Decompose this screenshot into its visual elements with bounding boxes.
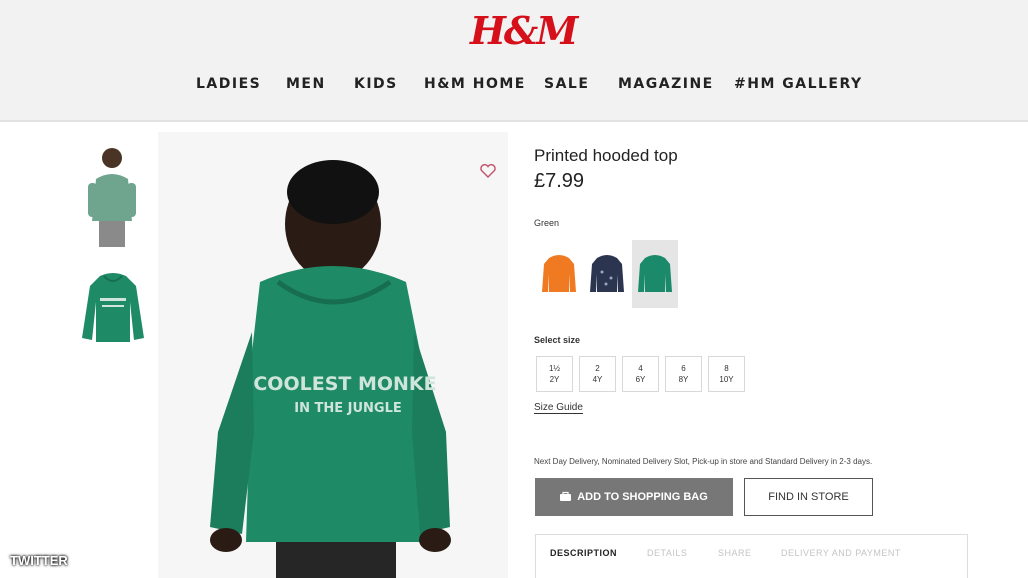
product-tabs: DESCRIPTION DETAILS SHARE DELIVERY AND P… xyxy=(535,534,968,578)
size-bottom: 2Y xyxy=(549,375,560,384)
site-header: H&M LADIES MEN KIDS H&M HOME SALE MAGAZI… xyxy=(0,0,1028,122)
hoodie-print-line2: IN THE JUNGLE xyxy=(294,401,402,416)
select-size-label: Select size xyxy=(534,335,581,345)
add-to-bag-label: ADD TO SHOPPING BAG xyxy=(577,491,708,503)
tab-description[interactable]: DESCRIPTION xyxy=(550,548,617,558)
size-bottom: 8Y xyxy=(678,375,689,384)
nav-ladies[interactable]: LADIES xyxy=(196,76,261,92)
size-bottom: 6Y xyxy=(635,375,646,384)
nav-men[interactable]: MEN xyxy=(286,76,326,92)
size-option[interactable]: 4 6Y xyxy=(622,356,659,392)
thumbnail-model[interactable] xyxy=(82,145,142,250)
size-guide-link[interactable]: Size Guide xyxy=(534,402,583,414)
twitter-watermark: TWITTER xyxy=(10,553,68,568)
size-top: 8 xyxy=(724,364,729,373)
nav-hm-gallery[interactable]: #HM GALLERY xyxy=(734,76,863,92)
nav-kids[interactable]: KIDS xyxy=(354,76,398,92)
size-bottom: 4Y xyxy=(592,375,603,384)
swatch-green-selected[interactable] xyxy=(632,240,678,308)
nav-magazine[interactable]: MAGAZINE xyxy=(618,76,714,92)
tab-share[interactable]: SHARE xyxy=(718,548,752,558)
thumbnail-hoodie[interactable] xyxy=(78,272,148,344)
delivery-info: Next Day Delivery, Nominated Delivery Sl… xyxy=(534,457,873,466)
color-label: Green xyxy=(534,218,560,228)
size-top: 6 xyxy=(681,364,686,373)
bag-icon xyxy=(560,491,572,504)
product-title: Printed hooded top xyxy=(534,146,678,165)
tab-delivery-and-payment[interactable]: DELIVERY AND PAYMENT xyxy=(781,548,901,558)
size-bottom: 10Y xyxy=(719,375,734,384)
heart-icon[interactable] xyxy=(478,161,498,181)
find-in-store-button[interactable]: FIND IN STORE xyxy=(744,478,873,516)
size-top: 4 xyxy=(638,364,643,373)
size-top: 1½ xyxy=(548,364,561,373)
tab-details[interactable]: DETAILS xyxy=(647,548,687,558)
swatch-orange[interactable] xyxy=(536,240,582,308)
size-option[interactable]: 1½ 2Y xyxy=(536,356,573,392)
product-price: £7.99 xyxy=(534,170,585,192)
swatch-navy[interactable] xyxy=(584,240,630,308)
size-option[interactable]: 2 4Y xyxy=(579,356,616,392)
nav-sale[interactable]: SALE xyxy=(544,76,589,92)
add-to-bag-button[interactable]: ADD TO SHOPPING BAG xyxy=(535,478,733,516)
nav-hm-home[interactable]: H&M HOME xyxy=(424,76,526,92)
main-nav: LADIES MEN KIDS H&M HOME SALE MAGAZINE #… xyxy=(180,76,880,96)
hm-logo[interactable]: H&M xyxy=(470,8,578,54)
product-image: COOLEST MONKE IN THE JUNGLE xyxy=(158,132,508,578)
size-option[interactable]: 8 10Y xyxy=(708,356,745,392)
hoodie-print-line1: COOLEST MONKE xyxy=(253,373,436,395)
size-option[interactable]: 6 8Y xyxy=(665,356,702,392)
size-top: 2 xyxy=(595,364,600,373)
